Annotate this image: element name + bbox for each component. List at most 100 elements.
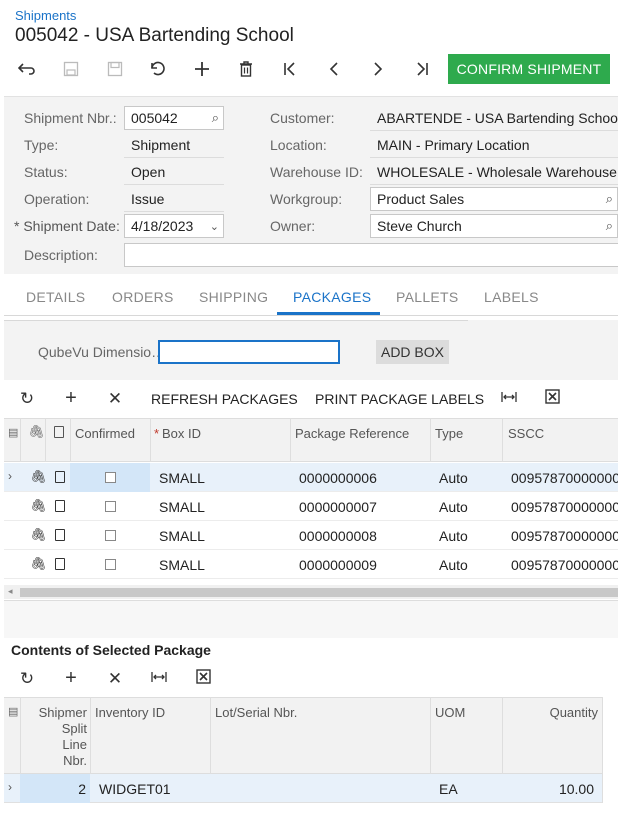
col-type[interactable]: Type bbox=[435, 426, 463, 441]
tab-orders[interactable]: ORDERS bbox=[112, 289, 174, 305]
shipment-nbr-label: Shipment Nbr.: bbox=[24, 110, 117, 126]
col-uom[interactable]: UOM bbox=[435, 705, 465, 720]
tab-details[interactable]: DETAILS bbox=[26, 289, 85, 305]
box-id-cell[interactable]: SMALL bbox=[159, 557, 205, 573]
col-confirmed[interactable]: Confirmed bbox=[75, 426, 135, 441]
add-icon[interactable] bbox=[187, 56, 217, 82]
contents-row[interactable]: › 2 WIDGET01 EA 10.00 bbox=[4, 774, 602, 803]
first-record-icon[interactable] bbox=[275, 56, 305, 82]
col-package-reference[interactable]: Package Reference bbox=[295, 426, 409, 441]
attachment-icon[interactable]: 🖇 bbox=[30, 469, 47, 485]
package-reference-cell[interactable]: 0000000006 bbox=[299, 470, 377, 486]
add-box-button[interactable]: ADD BOX bbox=[376, 340, 449, 364]
search-icon[interactable]: ⌕ bbox=[212, 110, 219, 126]
warehouse-value[interactable]: WHOLESALE - Wholesale Warehouse bbox=[377, 164, 617, 180]
confirm-shipment-button[interactable]: CONFIRM SHIPMENT bbox=[448, 54, 610, 84]
col-quantity[interactable]: Quantity bbox=[506, 705, 598, 720]
package-reference-cell[interactable]: 0000000007 bbox=[299, 499, 377, 515]
quantity-cell[interactable]: 10.00 bbox=[504, 781, 594, 797]
uom-cell[interactable]: EA bbox=[439, 781, 458, 797]
delete-row-icon[interactable]: ✕ bbox=[103, 669, 127, 689]
location-value[interactable]: MAIN - Primary Location bbox=[377, 137, 529, 153]
note-icon[interactable] bbox=[55, 500, 65, 512]
chevron-down-icon[interactable]: ⌄ bbox=[210, 220, 219, 233]
tab-packages[interactable]: PACKAGES bbox=[293, 289, 371, 305]
tab-pallets[interactable]: PALLETS bbox=[396, 289, 459, 305]
confirmed-checkbox[interactable] bbox=[105, 472, 116, 483]
col-inventory-id[interactable]: Inventory ID bbox=[95, 705, 165, 720]
tab-labels[interactable]: LABELS bbox=[484, 289, 539, 305]
col-box-id[interactable]: Box ID bbox=[162, 426, 201, 441]
col-sscc[interactable]: SSCC bbox=[508, 426, 544, 441]
save-icon[interactable] bbox=[56, 56, 86, 82]
scroll-left-icon[interactable]: ◂ bbox=[8, 586, 13, 597]
package-row[interactable]: 🖇 SMALL 0000000009 Auto 009578700000000 bbox=[4, 550, 618, 579]
shipment-date-field[interactable]: 4/18/2023 ⌄ bbox=[124, 214, 224, 238]
customer-value[interactable]: ABARTENDE - USA Bartending School bbox=[377, 110, 618, 126]
refresh-icon[interactable]: ↻ bbox=[15, 389, 39, 409]
workgroup-field[interactable]: Product Sales ⌕ bbox=[370, 187, 618, 211]
last-record-icon[interactable] bbox=[407, 56, 437, 82]
note-icon[interactable] bbox=[55, 471, 65, 483]
scrollbar-thumb[interactable] bbox=[20, 588, 618, 597]
export-excel-icon[interactable] bbox=[191, 669, 215, 689]
attachment-header-icon: 🖇 bbox=[28, 424, 45, 439]
print-package-labels-button[interactable]: PRINT PACKAGE LABELS bbox=[315, 391, 484, 407]
fit-columns-icon[interactable] bbox=[147, 669, 171, 689]
attachment-icon[interactable]: 🖇 bbox=[30, 556, 47, 572]
description-field[interactable] bbox=[124, 243, 618, 267]
search-icon[interactable]: ⌕ bbox=[606, 191, 613, 207]
undo-icon[interactable] bbox=[12, 56, 42, 82]
note-icon[interactable] bbox=[55, 529, 65, 541]
search-icon[interactable]: ⌕ bbox=[606, 218, 613, 234]
col-lot-serial-nbr[interactable]: Lot/Serial Nbr. bbox=[215, 705, 297, 720]
box-id-cell[interactable]: SMALL bbox=[159, 528, 205, 544]
next-record-icon[interactable] bbox=[363, 56, 393, 82]
refresh-icon[interactable]: ↻ bbox=[15, 669, 39, 689]
attachment-icon[interactable]: 🖇 bbox=[30, 498, 47, 514]
sscc-cell[interactable]: 009578700000000 bbox=[511, 499, 618, 515]
type-cell[interactable]: Auto bbox=[439, 499, 468, 515]
confirmed-checkbox[interactable] bbox=[105, 530, 116, 541]
tab-shipping[interactable]: SHIPPING bbox=[199, 289, 268, 305]
type-cell[interactable]: Auto bbox=[439, 528, 468, 544]
owner-field[interactable]: Steve Church ⌕ bbox=[370, 214, 618, 238]
box-id-cell[interactable]: SMALL bbox=[159, 470, 205, 486]
type-cell[interactable]: Auto bbox=[439, 470, 468, 486]
qubevu-dimension-input[interactable] bbox=[158, 340, 340, 364]
refresh-packages-button[interactable]: REFRESH PACKAGES bbox=[151, 391, 298, 407]
sscc-cell[interactable]: 009578700000000 bbox=[511, 470, 618, 486]
add-row-icon[interactable]: + bbox=[59, 667, 83, 690]
row-selector-icon[interactable]: ▤ bbox=[8, 426, 18, 439]
export-excel-icon[interactable] bbox=[540, 389, 564, 409]
delete-icon[interactable] bbox=[231, 56, 261, 82]
attachment-icon[interactable]: 🖇 bbox=[30, 527, 47, 543]
inventory-id-cell[interactable]: WIDGET01 bbox=[99, 781, 171, 797]
fit-columns-icon[interactable] bbox=[497, 389, 521, 409]
col-header-line: Line bbox=[62, 737, 87, 752]
package-row[interactable]: › 🖇 SMALL 0000000006 Auto 00957870000000… bbox=[4, 463, 618, 492]
cancel-icon[interactable] bbox=[143, 56, 173, 82]
box-id-cell[interactable]: SMALL bbox=[159, 499, 205, 515]
confirmed-checkbox[interactable] bbox=[105, 559, 116, 570]
package-reference-cell[interactable]: 0000000009 bbox=[299, 557, 377, 573]
package-reference-cell[interactable]: 0000000008 bbox=[299, 528, 377, 544]
previous-record-icon[interactable] bbox=[319, 56, 349, 82]
shipment-nbr-value: 005042 bbox=[131, 110, 178, 126]
line-nbr-cell[interactable]: 2 bbox=[24, 781, 86, 797]
note-icon[interactable] bbox=[55, 558, 65, 570]
confirmed-checkbox[interactable] bbox=[105, 501, 116, 512]
sscc-cell[interactable]: 009578700000000 bbox=[511, 528, 618, 544]
row-selector-icon[interactable]: ▤ bbox=[8, 705, 18, 718]
package-row[interactable]: 🖇 SMALL 0000000007 Auto 009578700000000 bbox=[4, 492, 618, 521]
breadcrumb-shipments[interactable]: Shipments bbox=[15, 8, 76, 23]
save-close-icon[interactable] bbox=[100, 56, 130, 82]
shipment-date-label: * Shipment Date: bbox=[14, 218, 120, 234]
col-shipment-split-line-nbr[interactable]: Shipmer Split Line Nbr. bbox=[22, 705, 87, 769]
type-cell[interactable]: Auto bbox=[439, 557, 468, 573]
package-row[interactable]: 🖇 SMALL 0000000008 Auto 009578700000000 bbox=[4, 521, 618, 550]
delete-row-icon[interactable]: ✕ bbox=[103, 389, 127, 409]
add-row-icon[interactable]: + bbox=[59, 387, 83, 410]
sscc-cell[interactable]: 009578700000000 bbox=[511, 557, 618, 573]
shipment-nbr-field[interactable]: 005042 ⌕ bbox=[124, 106, 224, 130]
